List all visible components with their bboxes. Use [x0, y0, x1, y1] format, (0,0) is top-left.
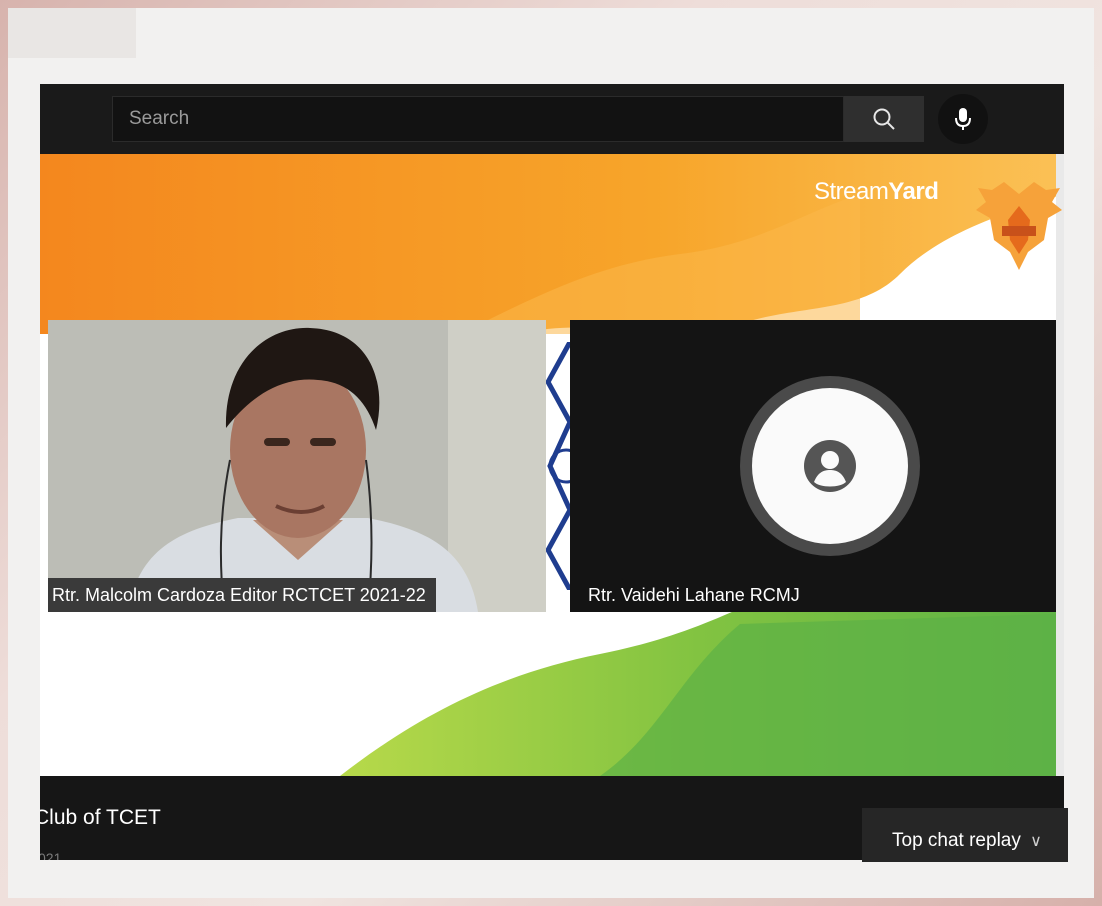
frame-corner: [8, 8, 136, 58]
search-icon: [873, 108, 895, 130]
top-chat-replay-dropdown[interactable]: Top chat replay ∨: [862, 808, 1068, 864]
chakra-strip: [546, 342, 570, 590]
top-bar: Search: [40, 84, 1064, 154]
chevron-down-icon: ∨: [1030, 833, 1042, 850]
upload-date: 021: [40, 850, 62, 860]
person-icon: [804, 440, 856, 492]
participant-name-tag: Rtr. Malcolm Cardoza Editor RCTCET 2021-…: [48, 578, 436, 612]
chat-replay-label: Top chat replay: [892, 830, 1021, 851]
participant-avatar: [740, 376, 920, 556]
search-button[interactable]: [844, 96, 924, 142]
participant-tile-2[interactable]: Rtr. Vaidehi Lahane RCMJ: [570, 320, 1056, 612]
participant-tile-1[interactable]: Rtr. Malcolm Cardoza Editor RCTCET 2021-…: [48, 320, 546, 612]
channel-name[interactable]: Club of TCET: [40, 806, 161, 830]
video-player[interactable]: StreamYard Rtr. Malcolm Cardoza Editor R…: [40, 154, 1064, 776]
participant-video: [48, 320, 546, 612]
streamyard-logo: StreamYard: [814, 178, 939, 205]
frame-bottom: [8, 862, 1094, 898]
search-input[interactable]: Search: [112, 96, 844, 142]
participant-name-tag: Rtr. Vaidehi Lahane RCMJ: [570, 578, 810, 612]
club-crest-logo: [976, 182, 1062, 270]
mic-icon: [955, 108, 971, 130]
voice-search-button[interactable]: [938, 94, 988, 144]
